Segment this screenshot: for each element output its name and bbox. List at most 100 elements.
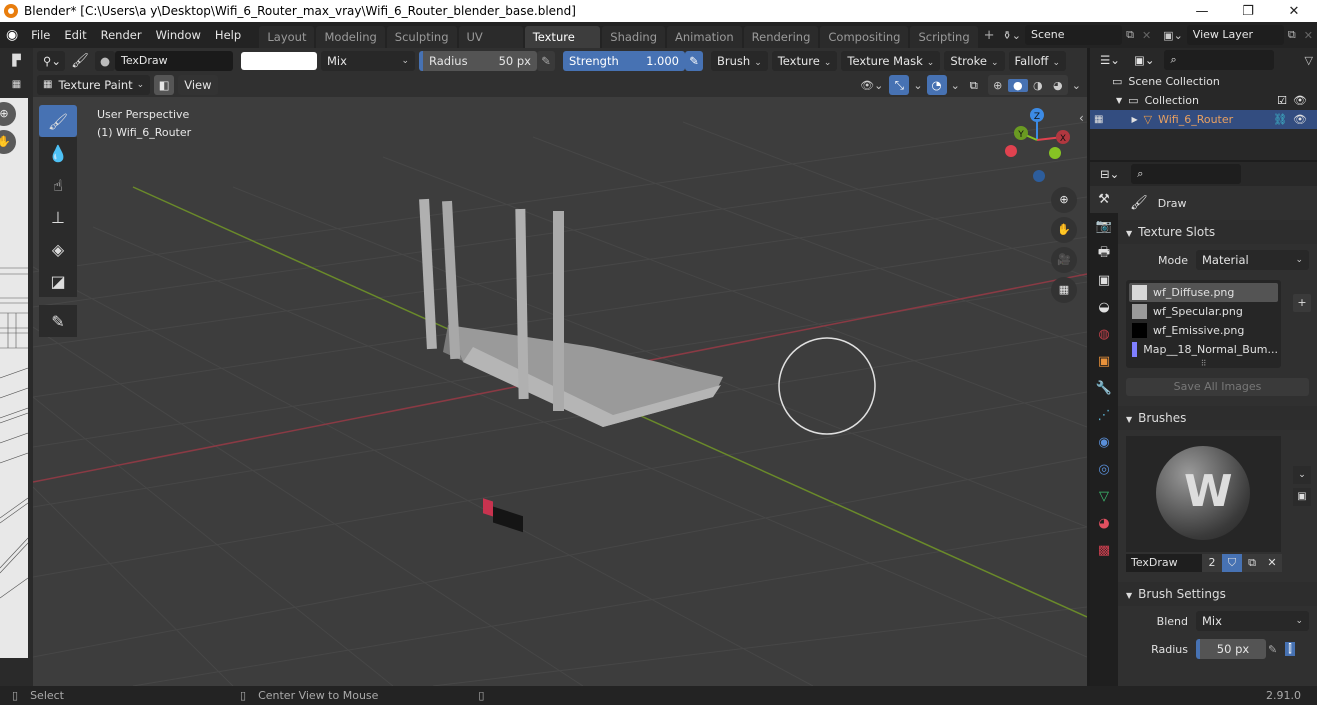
- visibility-icon[interactable]: 👁⌄: [858, 79, 885, 92]
- blender-menu-icon[interactable]: ◉: [0, 27, 24, 43]
- scene-collection-row[interactable]: ▭ Scene Collection: [1090, 72, 1317, 91]
- outliner-search-input[interactable]: ⌕: [1164, 50, 1275, 70]
- scene-name-field[interactable]: Scene: [1024, 25, 1123, 45]
- tab-shading[interactable]: Shading: [602, 26, 666, 48]
- strength-slider[interactable]: Strength 1.000: [563, 50, 685, 71]
- render-tab-icon[interactable]: 📷: [1090, 213, 1118, 240]
- tool-tab-icon[interactable]: ⚒: [1090, 186, 1118, 213]
- expand-triangle-icon[interactable]: ▶: [1131, 110, 1137, 129]
- mode-dropdown[interactable]: Material ⌄: [1196, 250, 1309, 270]
- texture-slots-panel-header[interactable]: ▼ Texture Slots: [1118, 220, 1317, 244]
- fake-user-shield-icon[interactable]: ⛉: [1222, 554, 1242, 572]
- view-layer-tab-icon[interactable]: ▣: [1090, 267, 1118, 294]
- xray-toggle-icon[interactable]: ⧉: [963, 75, 984, 95]
- new-scene-icon[interactable]: ⧉: [1122, 28, 1138, 42]
- scene-selector-icon[interactable]: ⚱⌄: [999, 29, 1025, 42]
- new-view-layer-icon[interactable]: ⧉: [1284, 28, 1300, 42]
- radius-pressure-icon[interactable]: ✎: [537, 50, 555, 71]
- collection-row[interactable]: ▼ ▭ Collection ☑ 👁: [1090, 91, 1317, 110]
- brush-name-field[interactable]: TexDraw: [115, 50, 233, 71]
- unlink-brush-icon[interactable]: ✕: [1262, 554, 1282, 572]
- tool-selector-icon[interactable]: ⚲⌄: [37, 50, 65, 71]
- blend-dropdown[interactable]: Mix ⌄: [1196, 611, 1309, 631]
- sidebar-toggle-icon[interactable]: ‹: [1079, 111, 1084, 125]
- tab-sculpting[interactable]: Sculpting: [386, 26, 457, 48]
- brush-settings-panel-header[interactable]: ▼ Brush Settings: [1118, 582, 1317, 606]
- texture-slot-item[interactable]: Map__18_Normal_Bum...: [1129, 340, 1278, 359]
- view-layer-name-field[interactable]: View Layer: [1186, 25, 1284, 45]
- radius-unit-toggle-icon[interactable]: ⫿: [1285, 642, 1295, 656]
- material-tab-icon[interactable]: ◕: [1090, 510, 1118, 537]
- radius-pressure-icon[interactable]: ✎: [1268, 643, 1277, 656]
- rendered-shading-icon[interactable]: ◕: [1048, 79, 1068, 92]
- pan-view-icon[interactable]: ✋: [1051, 217, 1077, 243]
- world-tab-icon[interactable]: ◍: [1090, 321, 1118, 348]
- scene-tab-icon[interactable]: ◒: [1090, 294, 1118, 321]
- add-workspace-button[interactable]: +: [980, 28, 999, 43]
- menu-help[interactable]: Help: [208, 22, 248, 48]
- maximize-button[interactable]: ❐: [1225, 0, 1271, 22]
- tab-layout[interactable]: Layout: [259, 26, 315, 48]
- texture-paint-mode-icon[interactable]: ▦: [0, 72, 33, 96]
- collapse-triangle-icon[interactable]: ▼: [1116, 91, 1122, 110]
- texture-slot-item[interactable]: wf_Diffuse.png: [1129, 283, 1278, 302]
- tab-modeling[interactable]: Modeling: [316, 26, 385, 48]
- filter-view-layer-icon[interactable]: ▣⌄: [1129, 50, 1159, 70]
- draw-tool[interactable]: 🖌: [39, 105, 77, 137]
- mask-tool[interactable]: ◪: [39, 265, 77, 297]
- data-tab-icon[interactable]: ▽: [1090, 483, 1118, 510]
- texture-slot-item[interactable]: wf_Emissive.png: [1129, 321, 1278, 340]
- view-layer-selector-icon[interactable]: ▣⌄: [1159, 29, 1187, 42]
- properties-search-input[interactable]: ⌕: [1131, 164, 1242, 184]
- wireframe-shading-icon[interactable]: ⊕: [988, 79, 1008, 92]
- tab-compositing[interactable]: Compositing: [820, 26, 909, 48]
- visibility-eye-icon[interactable]: 👁: [1293, 91, 1317, 110]
- constraints-tab-icon[interactable]: ◎: [1090, 456, 1118, 483]
- smear-tool[interactable]: ☝: [39, 169, 77, 201]
- texture-menu[interactable]: Texture ⌄: [771, 50, 838, 71]
- visibility-eye-icon[interactable]: 👁: [1293, 110, 1317, 129]
- object-tab-icon[interactable]: ▣: [1090, 348, 1118, 375]
- delete-view-layer-icon[interactable]: ✕: [1300, 29, 1317, 42]
- radius-slider[interactable]: Radius 50 px: [419, 50, 537, 71]
- editor-type-icon[interactable]: ⊟⌄: [1096, 164, 1124, 184]
- add-texture-slot-button[interactable]: +: [1293, 294, 1311, 312]
- zoom-view-icon[interactable]: ⊕: [1051, 187, 1077, 213]
- physics-tab-icon[interactable]: ◉: [1090, 429, 1118, 456]
- ortho-grid-icon[interactable]: ▦: [1051, 277, 1077, 303]
- object-row[interactable]: ▦ ▶ ▽ Wifi_6_Router ⛓ 👁: [1090, 110, 1317, 129]
- brush-preview[interactable]: W: [1126, 436, 1281, 552]
- menu-window[interactable]: Window: [149, 22, 208, 48]
- tab-rendering[interactable]: Rendering: [743, 26, 819, 48]
- brush-users-count[interactable]: 2: [1202, 554, 1222, 572]
- camera-view-icon[interactable]: 🎥: [1051, 247, 1077, 273]
- close-button[interactable]: ✕: [1271, 0, 1317, 22]
- fill-tool[interactable]: ◈: [39, 233, 77, 265]
- minimize-button[interactable]: —: [1179, 0, 1225, 22]
- delete-scene-icon[interactable]: ✕: [1138, 29, 1155, 42]
- menu-file[interactable]: File: [24, 22, 57, 48]
- material-shading-icon[interactable]: ◑: [1028, 79, 1048, 92]
- tab-uv-editing[interactable]: UV Editing: [458, 26, 523, 66]
- brush-image-icon[interactable]: ▣: [1293, 488, 1311, 506]
- mode-dropdown[interactable]: ▦ Texture Paint ⌄: [37, 75, 151, 95]
- texture-slot-item[interactable]: wf_Specular.png: [1129, 302, 1278, 321]
- blend-mode-dropdown[interactable]: Mix ⌄: [321, 50, 415, 71]
- overlay-dropdown-icon[interactable]: ⌄: [951, 79, 960, 92]
- menu-edit[interactable]: Edit: [57, 22, 93, 48]
- brush-preview-icon[interactable]: ●: [95, 50, 115, 71]
- texture-tab-icon[interactable]: ▩: [1090, 537, 1118, 564]
- mask-toggle-icon[interactable]: ◧: [154, 75, 175, 95]
- tab-texture-paint[interactable]: Texture Paint: [524, 26, 601, 66]
- output-tab-icon[interactable]: 🖶: [1090, 240, 1118, 267]
- navigation-gizmo[interactable]: Z X Y: [1005, 108, 1070, 182]
- duplicate-brush-icon[interactable]: ⧉: [1242, 554, 1262, 572]
- overlay-toggle-icon[interactable]: ◔: [926, 75, 947, 95]
- menu-render[interactable]: Render: [94, 22, 149, 48]
- brush-menu[interactable]: Brush ⌄: [711, 50, 768, 71]
- 3d-viewport[interactable]: Z X Y User Perspective (1) Wifi_6_Router…: [33, 97, 1087, 686]
- annotate-tool[interactable]: ✎: [39, 305, 77, 337]
- tab-scripting[interactable]: Scripting: [910, 26, 978, 48]
- tab-animation[interactable]: Animation: [667, 26, 742, 48]
- image-canvas[interactable]: ⊕ ✋: [0, 98, 28, 658]
